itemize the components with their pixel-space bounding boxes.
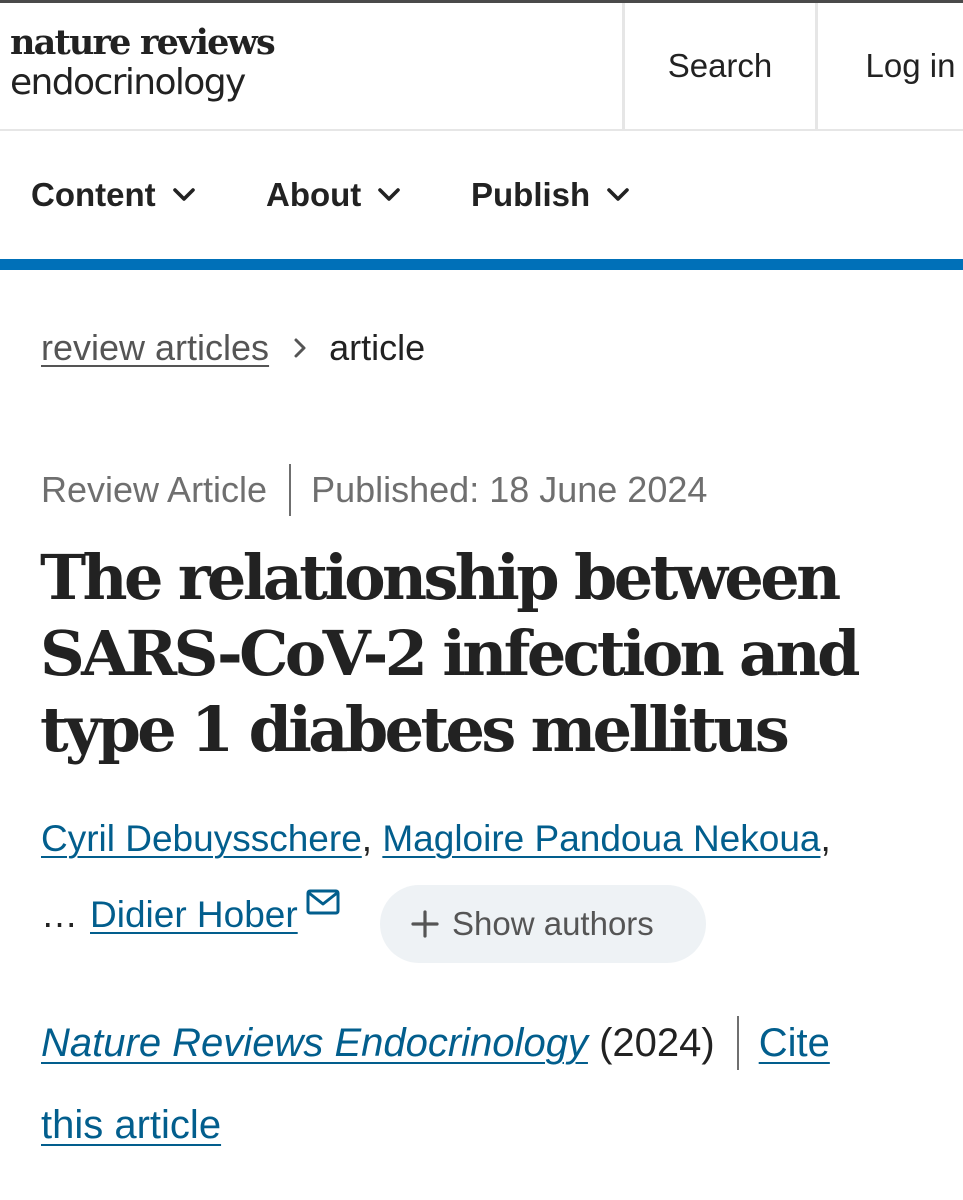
cite-this-article-link-continued[interactable]: this article [41,1103,221,1148]
journal-logo[interactable]: nature reviews endocrinology [10,22,276,103]
breadcrumb: review articles article [41,325,425,371]
nav-about-menu[interactable]: About [266,175,401,215]
corresponding-author-link[interactable]: Didier Hober [90,894,298,936]
author-link[interactable]: Magloire Pandoua Nekoua [382,818,820,859]
plus-icon [410,909,440,939]
citation-divider [736,1016,739,1070]
author-separator: , [361,818,373,859]
search-button[interactable]: Search [622,3,815,129]
article-meta: Review Article Published: 18 June 2024 [41,464,708,516]
chevron-right-icon [293,336,307,360]
nav-content-label: Content [31,176,156,213]
article-title: The relationship between SARS-CoV-2 infe… [40,541,860,766]
breadcrumb-current: article [329,327,426,368]
nav-content-menu[interactable]: Content [31,175,196,215]
show-authors-label: Show authors [452,905,654,942]
cite-this-article-link[interactable]: Cite [759,1021,830,1066]
journal-link[interactable]: Nature Reviews Endocrinology [41,1021,588,1066]
breadcrumb-review-articles-link[interactable]: review articles [41,327,269,369]
nav-publish-label: Publish [471,176,591,213]
meta-divider [289,464,292,516]
main-nav: Content About Publish [0,131,963,259]
accent-bar [0,259,963,270]
login-button[interactable]: Log in [815,3,963,129]
mail-icon[interactable] [306,882,340,924]
article-type: Review Article [41,469,268,510]
citation-row: Nature Reviews Endocrinology (2024) Cite [41,1016,830,1070]
citation-row: this article [41,1098,221,1152]
login-label: Log in [865,47,956,84]
author-row: Cyril Debuysschere, Magloire Pandoua Nek… [41,818,831,860]
author-separator: , [820,818,831,859]
published-date: Published: 18 June 2024 [311,469,708,510]
site-header: nature reviews endocrinology Search Log … [0,3,963,131]
nav-publish-menu[interactable]: Publish [471,175,630,215]
nav-about-label: About [266,176,362,213]
chevron-down-icon [378,188,401,201]
author-link[interactable]: Cyril Debuysschere [41,818,362,859]
author-row: … Didier Hober [41,889,340,936]
citation-year: (2024) [599,1020,715,1065]
authors-ellipsis: … [41,894,78,935]
search-label: Search [667,47,773,84]
logo-line-endocrinology: endocrinology [10,62,246,103]
chevron-down-icon [172,188,195,201]
chevron-down-icon [607,188,629,201]
logo-line-nature-reviews: nature reviews [10,22,276,63]
show-authors-button[interactable]: Show authors [380,885,706,963]
